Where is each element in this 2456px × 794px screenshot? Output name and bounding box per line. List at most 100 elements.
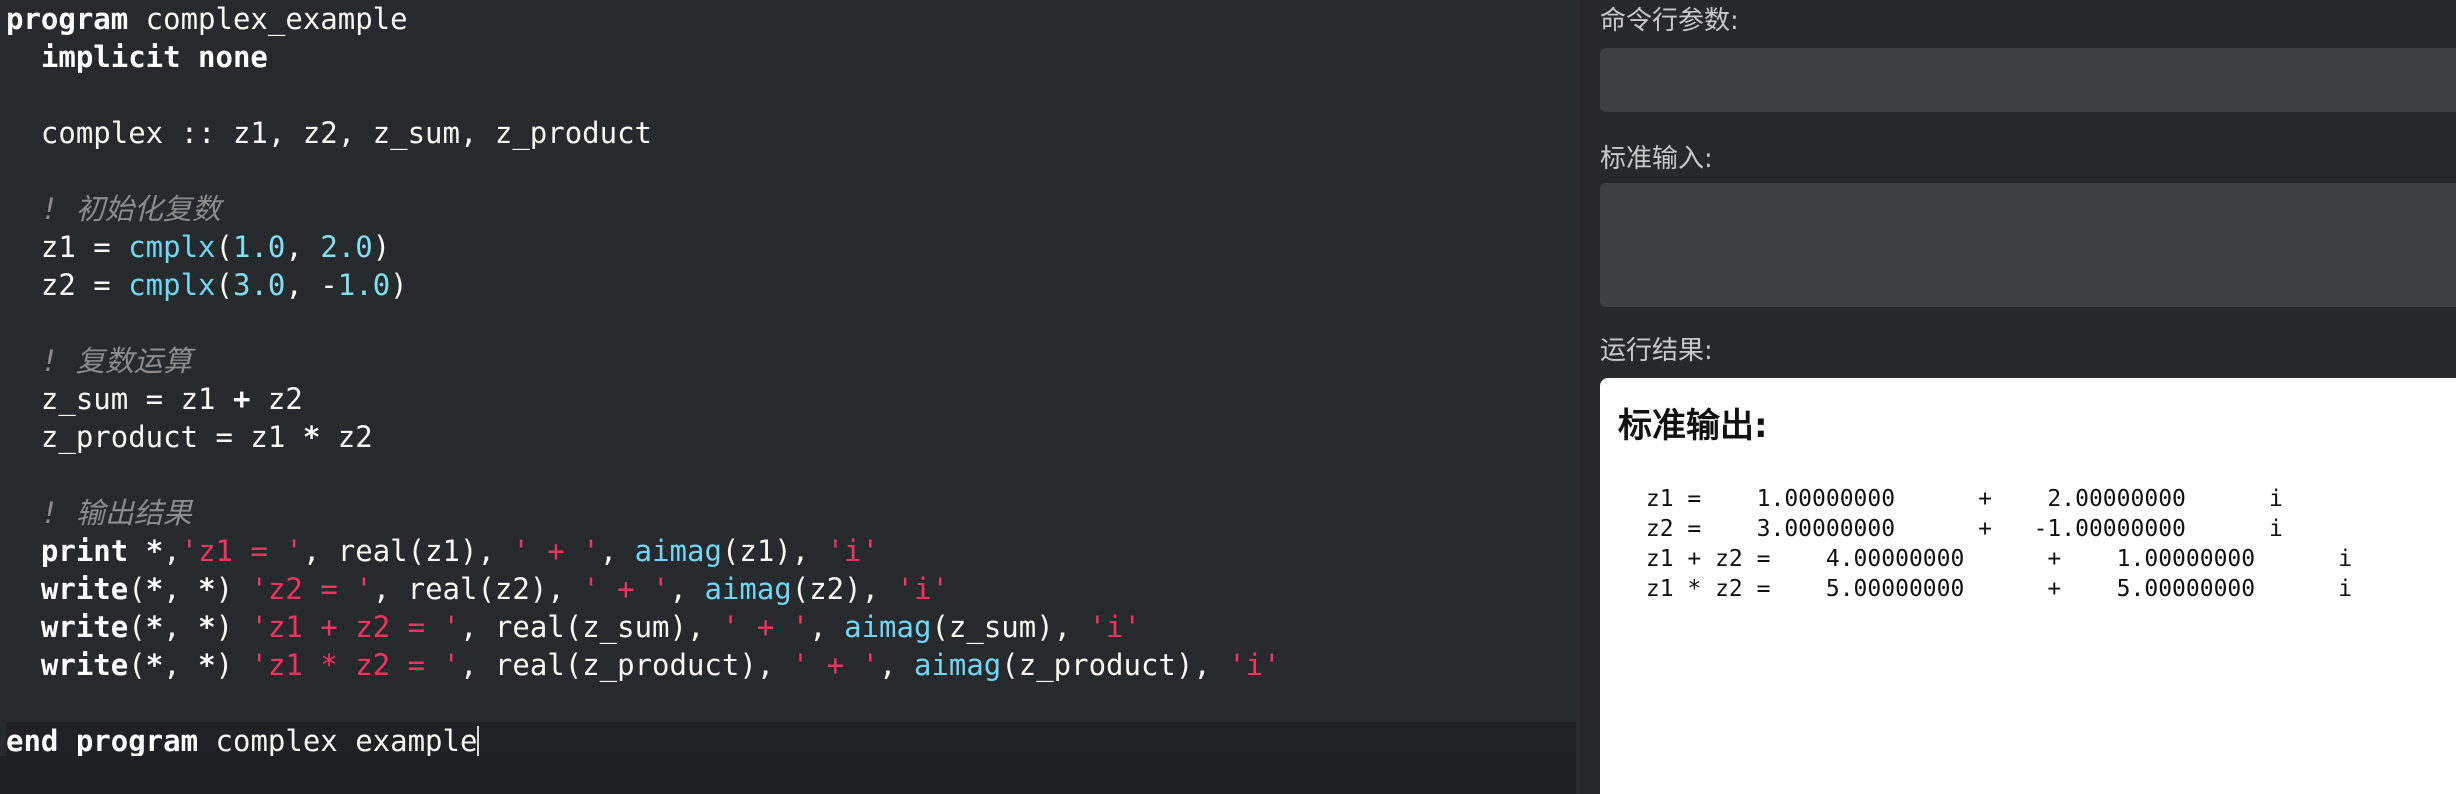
code-token: *: [145, 572, 164, 606]
code-token: ,: [285, 230, 321, 264]
code-line[interactable]: write(*, *) 'z1 * z2 = ', real(z_product…: [6, 646, 1576, 684]
stdin-label: 标准输入:: [1600, 144, 1713, 174]
code-token: 1.0: [337, 268, 391, 302]
code-token: ' + ': [512, 534, 600, 568]
code-token: *: [145, 534, 164, 568]
code-line[interactable]: ! 复数运算: [6, 342, 1576, 380]
code-token: (: [215, 230, 233, 264]
code-line[interactable]: end program complex_example: [6, 722, 1576, 760]
code-line[interactable]: complex :: z1, z2, z_sum, z_product: [6, 114, 1576, 152]
code-token: ! 初始化复数: [40, 192, 221, 226]
code-line[interactable]: implicit none: [6, 38, 1576, 76]
code-token: complex_example: [198, 724, 478, 758]
code-token: implicit none: [40, 40, 268, 74]
code-line[interactable]: z1 = cmplx(1.0, 2.0): [6, 228, 1576, 266]
code-token: , real(z_product),: [460, 648, 792, 682]
code-token: ,: [163, 534, 181, 568]
code-line[interactable]: ! 输出结果: [6, 494, 1576, 532]
code-token: 'i': [1088, 610, 1141, 644]
code-token: z1 =: [6, 230, 129, 264]
code-token: (: [128, 572, 146, 606]
code-line[interactable]: z2 = cmplx(3.0, -1.0): [6, 266, 1576, 304]
stdin-input[interactable]: [1600, 183, 2456, 307]
code-line[interactable]: print *,'z1 = ', real(z1), ' + ', aimag(…: [6, 532, 1576, 570]
code-line[interactable]: [6, 76, 1576, 114]
code-token: aimag: [913, 648, 1002, 682]
code-token: ,: [163, 610, 199, 644]
code-token: (z1),: [721, 534, 827, 568]
code-editor[interactable]: program complex_example implicit none co…: [0, 0, 1576, 794]
code-token: +: [232, 382, 251, 416]
code-area[interactable]: program complex_example implicit none co…: [6, 0, 1576, 760]
code-token: 1.0: [233, 230, 286, 264]
code-token: ): [372, 230, 391, 264]
output-box: 标准输出: z1 = 1.00000000 + 2.00000000 i z2 …: [1600, 378, 2456, 794]
code-line[interactable]: [6, 456, 1576, 494]
code-token: ! 输出结果: [40, 496, 192, 530]
code-line[interactable]: [6, 684, 1576, 722]
code-token: z2: [250, 382, 303, 416]
code-line[interactable]: z_sum = z1 + z2: [6, 380, 1576, 418]
code-token: z2 =: [6, 268, 129, 302]
code-token: 'i': [1228, 648, 1281, 682]
args-input[interactable]: [1600, 48, 2456, 112]
code-token: ,: [669, 572, 705, 606]
code-token: ' + ': [791, 648, 880, 682]
code-token: 'z1 = ': [180, 534, 303, 568]
output-line: z1 * z2 = 5.00000000 + 5.00000000 i: [1632, 576, 2353, 602]
code-token: ): [390, 268, 408, 302]
code-token: (: [128, 610, 146, 644]
output-line: z1 + z2 = 4.00000000 + 1.00000000 i: [1632, 546, 2353, 572]
code-token: program: [6, 2, 129, 36]
code-line[interactable]: [6, 152, 1576, 190]
code-token: *: [145, 648, 164, 682]
run-panel: 命令行参数: 标准输入: 运行结果: 标准输出: z1 = 1.00000000…: [1580, 0, 2456, 794]
code-line[interactable]: [6, 304, 1576, 342]
editor-bottom-bar: [0, 756, 1576, 794]
result-label: 运行结果:: [1600, 336, 1713, 366]
code-line[interactable]: write(*, *) 'z2 = ', real(z2), ' + ', ai…: [6, 570, 1576, 608]
code-token: *: [302, 420, 321, 454]
output-line: z1 = 1.00000000 + 2.00000000 i: [1632, 486, 2283, 512]
code-token: print: [40, 534, 129, 568]
code-token: z_product = z1: [6, 420, 303, 454]
args-label: 命令行参数:: [1600, 6, 1739, 36]
output-line: z2 = 3.00000000 + -1.00000000 i: [1632, 516, 2283, 542]
code-line[interactable]: z_product = z1 * z2: [6, 418, 1576, 456]
code-line[interactable]: write(*, *) 'z1 + z2 = ', real(z_sum), '…: [6, 608, 1576, 646]
code-token: 'i': [826, 534, 880, 568]
code-token: ,: [163, 648, 199, 682]
code-token: 3.0: [233, 268, 286, 302]
code-token: *: [198, 610, 216, 644]
code-token: ,: [809, 610, 845, 644]
code-token: ,: [879, 648, 914, 682]
code-token: aimag: [634, 534, 722, 568]
code-token: , -: [285, 268, 338, 302]
code-token: , real(z_sum),: [460, 610, 722, 644]
code-token: *: [198, 648, 216, 682]
code-token: 2.0: [320, 230, 373, 264]
code-token: z2: [320, 420, 373, 454]
code-token: complex_example: [128, 2, 408, 36]
code-token: write: [40, 572, 129, 606]
code-token: ' + ': [582, 572, 670, 606]
code-line[interactable]: ! 初始化复数: [6, 190, 1576, 228]
code-token: write: [40, 648, 129, 682]
code-token: aimag: [704, 572, 792, 606]
code-line[interactable]: program complex_example: [6, 0, 1576, 38]
code-token: end program: [6, 724, 199, 758]
stdout-text: z1 = 1.00000000 + 2.00000000 i z2 = 3.00…: [1632, 484, 2352, 604]
code-token: aimag: [844, 610, 932, 644]
code-token: 'i': [896, 572, 949, 606]
code-token: (: [215, 268, 233, 302]
code-token: write: [40, 610, 129, 644]
